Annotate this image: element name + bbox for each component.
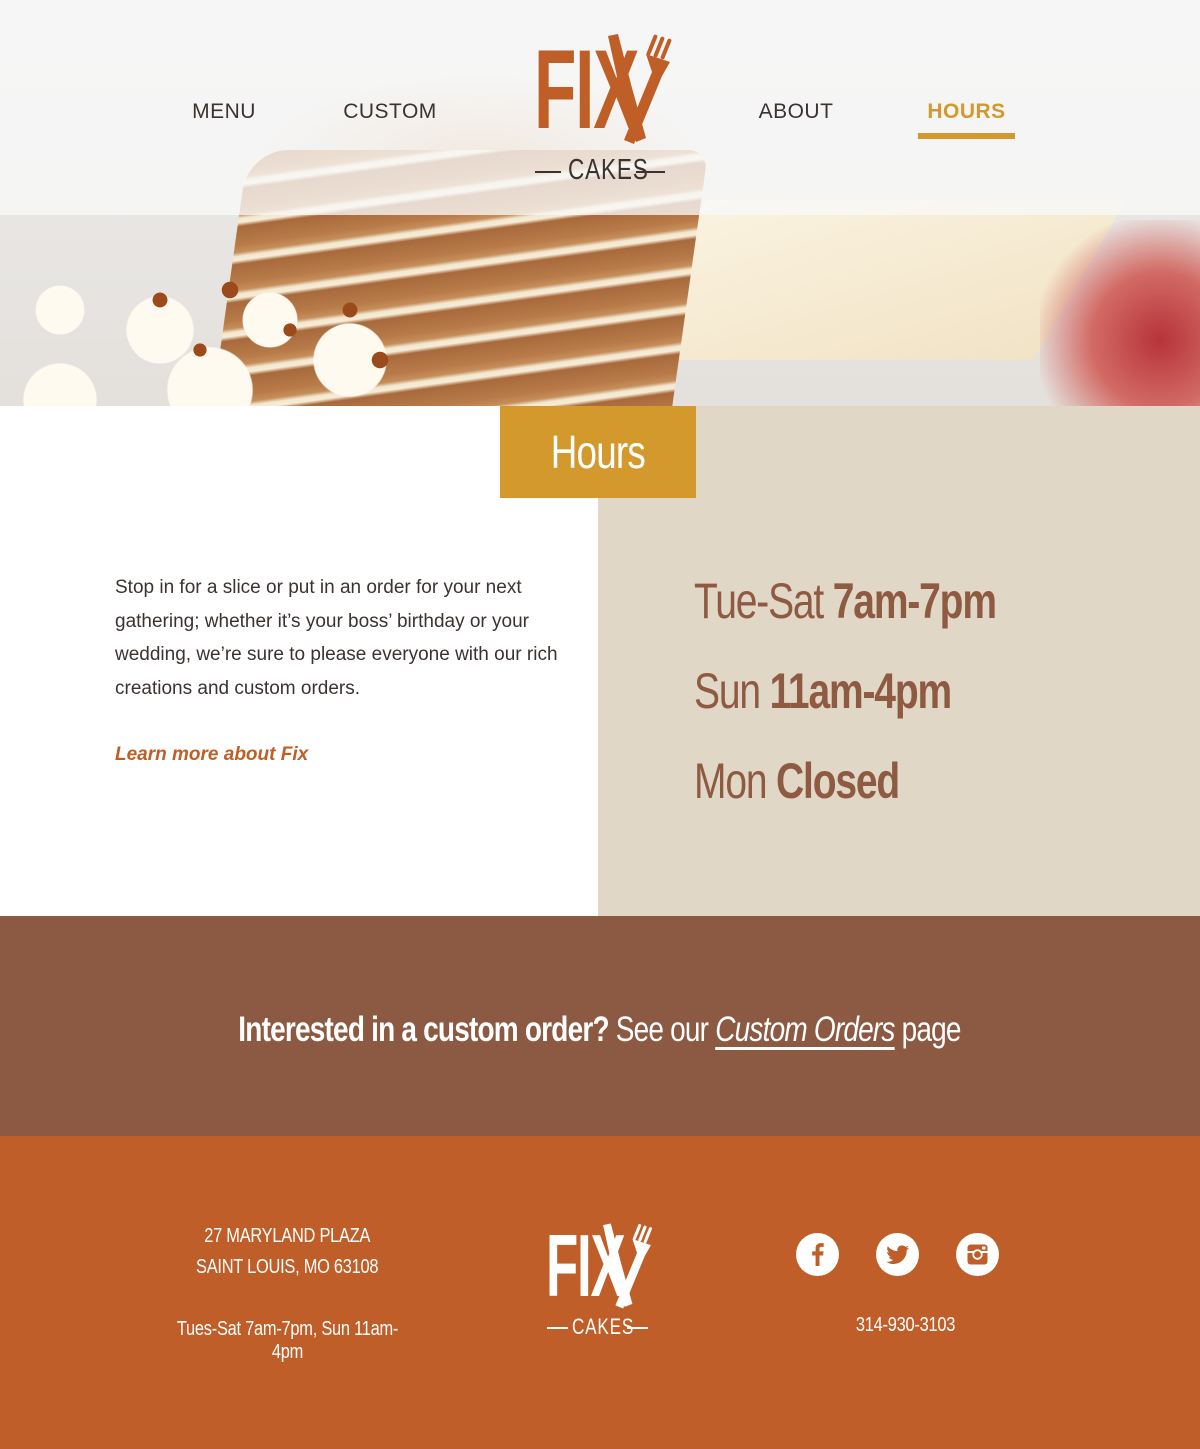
hours-day: Sun: [694, 663, 761, 719]
hours-day: Tue-Sat: [694, 573, 824, 629]
nav-custom-link[interactable]: CUSTOM: [338, 100, 442, 126]
footer-logo[interactable]: FIX CAKES: [544, 1220, 656, 1344]
cta-lead: Interested in a custom order?: [238, 1010, 610, 1049]
footer-address-line1: 27 MARYLAND PLAZA: [204, 1225, 371, 1247]
footer-logo-subtitle: CAKES: [572, 1314, 635, 1339]
nav-active-indicator: [918, 133, 1015, 139]
facebook-icon[interactable]: [796, 1233, 839, 1276]
nav-menu-link[interactable]: MENU: [182, 100, 266, 126]
intro-text: Stop in for a slice or put in an order f…: [115, 577, 558, 699]
hero-caramel-drizzle: [120, 250, 420, 370]
page-title: Hours: [500, 406, 696, 498]
hours-time: Closed: [776, 753, 900, 809]
learn-more-link[interactable]: Learn more about Fix: [115, 744, 308, 766]
hours-row: Tue-Sat 7am-7pm: [694, 572, 997, 630]
cta-pre-link: See our: [616, 1010, 709, 1049]
twitter-icon[interactable]: [876, 1233, 919, 1276]
footer-address-line2: SAINT LOUIS, MO 63108: [196, 1256, 379, 1278]
footer-hours: Tues-Sat 7am-7pm, Sun 11am-4pm: [176, 1318, 399, 1363]
nav-hours-link[interactable]: HOURS: [918, 100, 1015, 126]
hours-time: 11am-4pm: [769, 663, 953, 719]
logo-rule-left: [535, 171, 561, 173]
nav-about-link[interactable]: ABOUT: [752, 100, 840, 126]
hours-time: 7am-7pm: [832, 573, 997, 629]
logo-rule-right: [636, 171, 665, 173]
header-logo[interactable]: FIX CAKES: [532, 30, 672, 190]
footer-phone: 314-930-3103: [855, 1314, 955, 1336]
footer-logo-rule-right: [627, 1327, 648, 1329]
hours-row: Mon Closed: [694, 752, 900, 810]
custom-order-cta: Interested in a custom order? See our Cu…: [0, 1010, 1200, 1050]
hours-day: Mon: [694, 753, 768, 809]
hero-berry: [1040, 220, 1200, 406]
footer-fork-icon: [603, 1223, 652, 1309]
custom-orders-link[interactable]: Custom Orders: [716, 1010, 896, 1049]
cta-post-link: page: [902, 1010, 962, 1049]
fork-icon: [608, 34, 672, 144]
instagram-icon[interactable]: [956, 1233, 999, 1276]
footer-logo-rule-left: [547, 1327, 568, 1329]
hours-row: Sun 11am-4pm: [694, 662, 953, 720]
